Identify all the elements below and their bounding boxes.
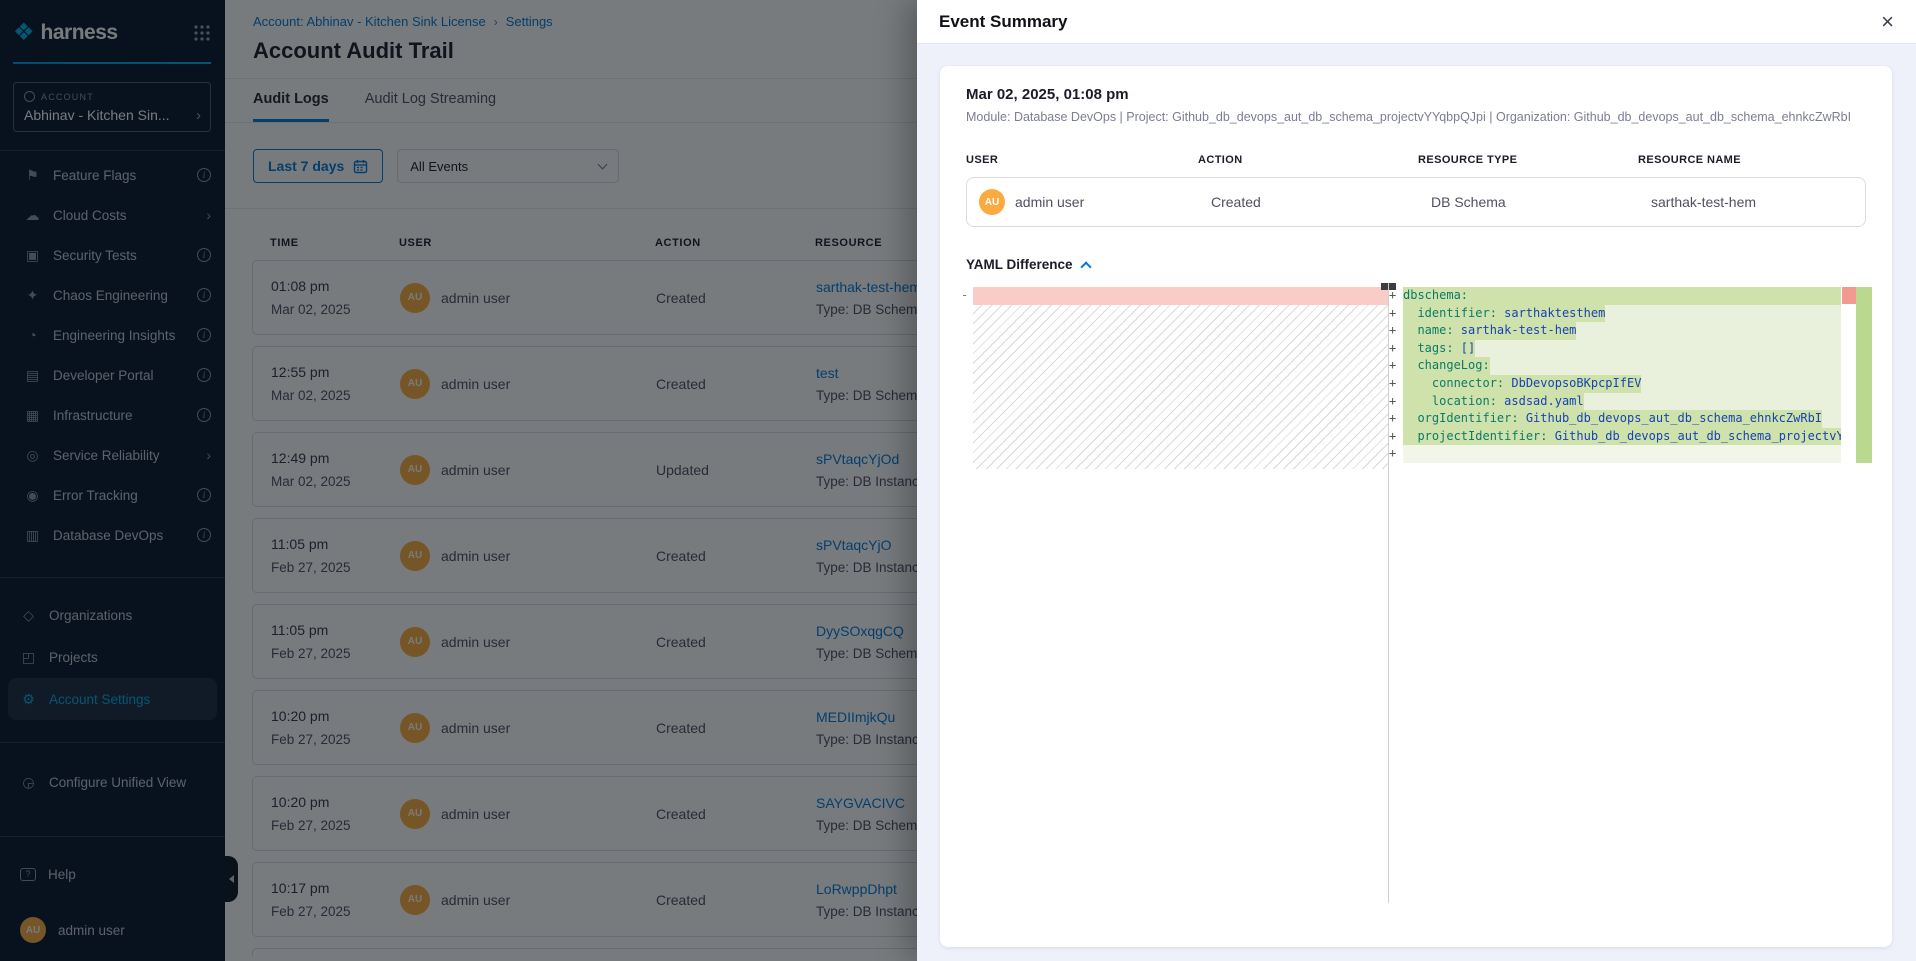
diff-added-line: + dbschema: — [1389, 287, 1841, 305]
diff-empty-hatch — [973, 305, 1388, 469]
diff-overview-removed-marker — [1842, 287, 1856, 304]
event-table-header: USER ACTION RESOURCE TYPE RESOURCE NAME — [966, 154, 1866, 166]
drawer-header: Event Summary × — [917, 0, 1916, 44]
diff-added-line: + — [1389, 445, 1841, 463]
diff-added-line: + location: asdsad.yaml — [1389, 393, 1841, 411]
event-summary-card: Mar 02, 2025, 01:08 pm Module: Database … — [940, 66, 1892, 947]
col-action: ACTION — [1198, 154, 1418, 166]
drawer-title: Event Summary — [939, 12, 1068, 32]
event-datetime: Mar 02, 2025, 01:08 pm — [966, 86, 1866, 103]
diff-removed-line — [973, 287, 1388, 305]
col-resource-name: RESOURCE NAME — [1638, 154, 1866, 166]
event-table-row: AU admin user Created DB Schema sarthak-… — [966, 177, 1866, 227]
diff-added-sign: + — [1389, 428, 1403, 446]
diff-added-line: + orgIdentifier: Github_db_devops_aut_db… — [1389, 410, 1841, 428]
diff-added-sign: + — [1389, 322, 1403, 340]
event-summary-drawer: Event Summary × Mar 02, 2025, 01:08 pm M… — [917, 0, 1916, 961]
event-user: admin user — [1015, 194, 1084, 210]
diff-removed-sign: - — [961, 287, 968, 305]
diff-added-sign: + — [1389, 305, 1403, 323]
avatar: AU — [979, 189, 1005, 215]
event-resource-type: DB Schema — [1431, 194, 1651, 210]
diff-added-sign: + — [1389, 340, 1403, 358]
diff-added-line: + changeLog: — [1389, 357, 1841, 375]
diff-added-sign: + — [1389, 393, 1403, 411]
col-user: USER — [966, 154, 1198, 166]
diff-added-line: + name: sarthak-test-hem — [1389, 322, 1841, 340]
diff-added-sign: + — [1389, 357, 1403, 375]
chevron-up-icon — [1080, 261, 1091, 272]
diff-overview-added-marker — [1856, 287, 1872, 463]
diff-added-line: + projectIdentifier: Github_db_devops_au… — [1389, 428, 1841, 446]
yaml-diff-editor: - + dbschema: + identifier: sarthaktesth… — [958, 283, 1872, 903]
diff-added-line: + identifier: sarthaktesthem — [1389, 305, 1841, 323]
event-resource-name: sarthak-test-hem — [1651, 194, 1865, 210]
event-action: Created — [1211, 194, 1431, 210]
event-meta: Module: Database DevOps | Project: Githu… — [966, 110, 1866, 124]
yaml-difference-label: YAML Difference — [966, 257, 1073, 272]
diff-added-line: + tags: [] — [1389, 340, 1841, 358]
col-resource-type: RESOURCE TYPE — [1418, 154, 1638, 166]
diff-added-sign: + — [1389, 445, 1403, 463]
app-root: ❖ harness ACCOUNT Abhinav - Kitchen Sin.… — [0, 0, 1916, 961]
close-icon[interactable]: × — [1881, 12, 1894, 32]
yaml-difference-toggle[interactable]: YAML Difference — [966, 257, 1866, 272]
modal-overlay[interactable] — [0, 0, 917, 961]
diff-added-sign: + — [1389, 287, 1403, 305]
diff-added-sign: + — [1389, 410, 1403, 428]
diff-added-sign: + — [1389, 375, 1403, 393]
diff-added-line: + connector: DbDevopsoBKpcpIfEV — [1389, 375, 1841, 393]
